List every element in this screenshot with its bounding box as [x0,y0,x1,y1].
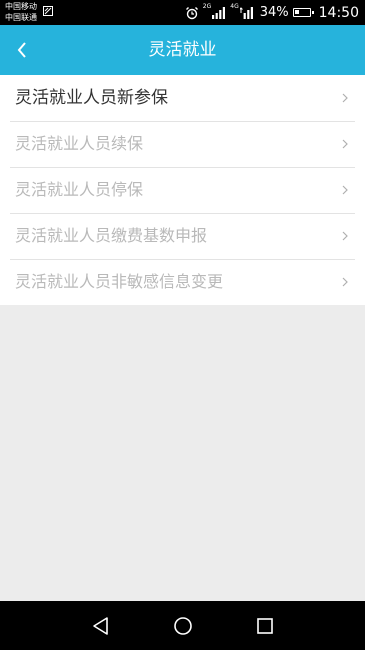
menu-item-contribution-base[interactable]: 灵活就业人员缴费基数申报 [0,213,365,259]
chevron-right-icon [342,277,348,287]
battery-icon [292,8,314,17]
carrier-1: 中国移动 [5,2,37,11]
nav-back-icon[interactable] [90,615,112,637]
carrier-info: 中国移动 中国联通 [5,1,37,23]
sim-card-icon [43,6,53,16]
menu-item-label: 灵活就业人员新参保 [15,88,168,108]
chevron-right-icon [342,139,348,149]
system-navigation-bar [0,601,365,650]
battery-level [294,10,300,14]
app-header: 灵活就业 [0,25,365,75]
chevron-right-icon [342,185,348,195]
network-type-1: 2G [202,3,212,10]
nav-home-icon[interactable] [172,615,194,637]
page-title: 灵活就业 [148,40,217,60]
chevron-right-icon [342,93,348,103]
menu-item-info-change[interactable]: 灵活就业人员非敏感信息变更 [0,259,365,305]
menu-item-renewal[interactable]: 灵活就业人员续保 [0,121,365,167]
menu-item-label: 灵活就业人员非敏感信息变更 [15,272,224,291]
nav-recent-apps-icon[interactable] [254,615,276,637]
menu-item-label: 灵活就业人员缴费基数申报 [15,226,208,245]
clock-time: 14:50 [318,4,359,21]
menu-item-label: 灵活就业人员续保 [15,134,144,153]
service-menu: 灵活就业人员新参保 灵活就业人员续保 灵活就业人员停保 灵活就业人员缴费基数申报… [0,75,365,305]
chevron-right-icon [342,231,348,241]
status-bar: 中国移动 中国联通 2G 4G 34% 14:50 [0,0,365,25]
signal-strength-icon [239,6,253,19]
network-type-2: 4G [230,3,239,10]
signal-strength-icon [212,6,226,19]
carrier-2: 中国联通 [5,13,37,22]
status-indicators: 2G 4G 34% 14:50 [185,0,359,25]
alarm-clock-icon [185,6,198,19]
menu-item-suspension[interactable]: 灵活就业人员停保 [0,167,365,213]
battery-percent: 34% [259,5,289,20]
menu-item-label: 灵活就业人员停保 [15,180,144,199]
menu-item-new-enrollment[interactable]: 灵活就业人员新参保 [0,75,365,121]
